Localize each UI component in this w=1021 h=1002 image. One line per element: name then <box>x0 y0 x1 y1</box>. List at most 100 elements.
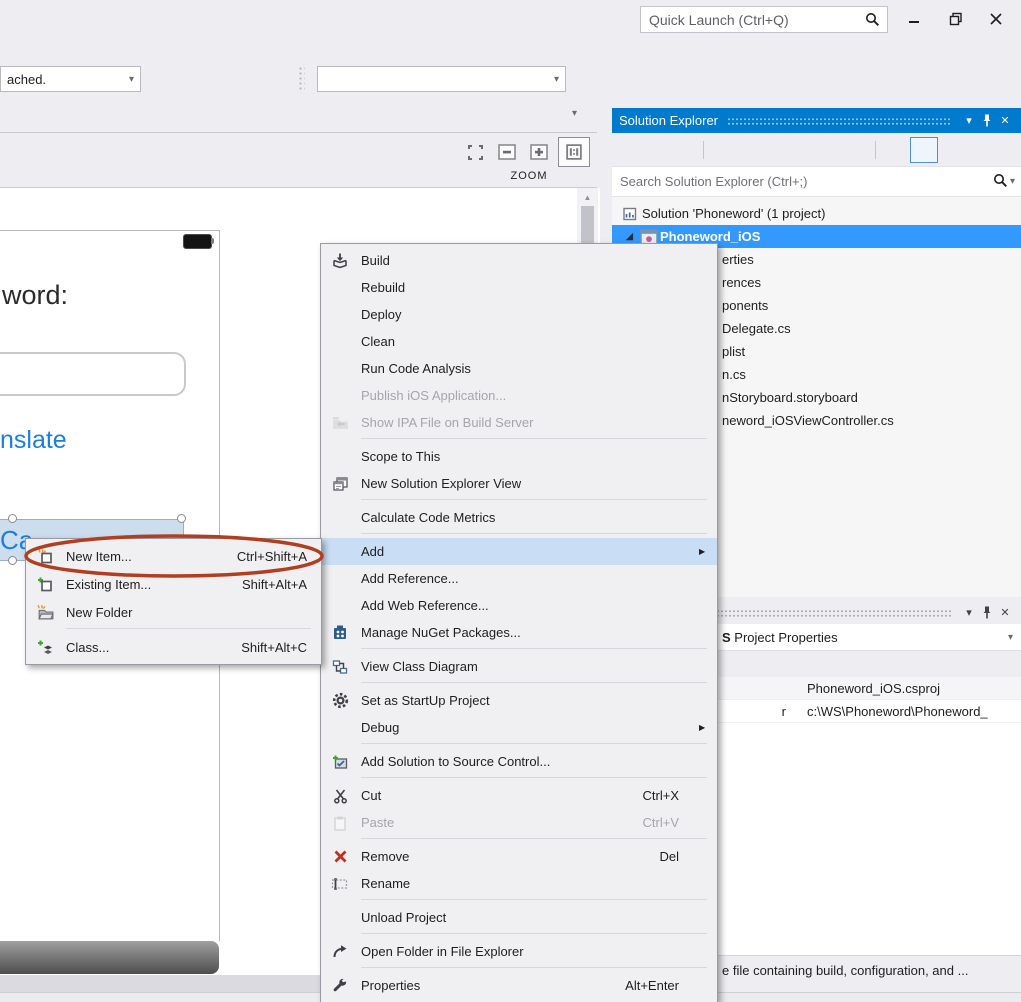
translate-button-fragment[interactable]: nslate <box>0 426 67 455</box>
minimize-button[interactable] <box>899 6 929 32</box>
device-target-combobox[interactable]: ached. ▾ <box>0 66 141 92</box>
menu-item[interactable]: Add ▶ <box>321 538 717 565</box>
menu-item[interactable]: Paste Ctrl+V ▶ <box>321 809 717 836</box>
menu-item-label: Manage NuGet Packages... <box>361 625 679 640</box>
menu-item-label: Add Web Reference... <box>361 598 679 613</box>
menu-item[interactable]: Build ▶ <box>321 247 717 274</box>
menu-item-label: New Item... <box>66 549 237 564</box>
menu-item[interactable]: Add Solution to Source Control... ▶ <box>321 748 717 775</box>
toolbar-grip[interactable] <box>298 66 305 92</box>
submenu-arrow-icon: ▶ <box>699 723 709 732</box>
menu-item[interactable]: Unload Project ▶ <box>321 904 717 931</box>
menu-item[interactable]: Add Reference... ▶ <box>321 565 717 592</box>
menu-item-label: Publish iOS Application... <box>361 388 679 403</box>
designer-overflow-icon[interactable]: ▾ <box>572 108 577 119</box>
expander-icon[interactable] <box>626 231 640 242</box>
menu-item-label: Build <box>361 253 679 268</box>
close-icon[interactable]: ✕ <box>996 603 1014 621</box>
menu-item[interactable]: View Class Diagram ▶ <box>321 653 717 680</box>
menu-item[interactable]: New Solution Explorer View ▶ <box>321 470 717 497</box>
menu-item[interactable]: Class... Shift+Alt+C <box>26 633 321 661</box>
menu-item-shortcut: Del <box>659 849 699 864</box>
menu-item-shortcut: Ctrl+X <box>643 788 699 803</box>
chevron-down-icon[interactable]: ▾ <box>1008 176 1021 187</box>
window-position-icon[interactable]: ▾ <box>960 603 978 621</box>
menu-item[interactable]: Calculate Code Metrics ▶ <box>321 504 717 531</box>
menu-item-label: Class... <box>66 640 241 655</box>
menu-item-label: Add Reference... <box>361 571 679 586</box>
tree-item-label: Solution 'Phoneword' (1 project) <box>642 206 825 221</box>
solution-explorer-titlebar[interactable]: Solution Explorer ▾ ✕ <box>612 108 1021 133</box>
phoneword-label-fragment[interactable]: word: <box>2 280 68 311</box>
zoom-out-button[interactable] <box>494 140 520 164</box>
zoom-actual-size-button[interactable] <box>558 137 590 167</box>
search-icon[interactable] <box>865 12 887 27</box>
menu-item[interactable]: Cut Ctrl+X ▶ <box>321 782 717 809</box>
menu-item[interactable]: Properties Alt+Enter ▶ <box>321 972 717 999</box>
search-icon[interactable] <box>993 173 1008 191</box>
phone-number-field[interactable] <box>0 352 186 396</box>
menu-item[interactable]: Show IPA File on Build Server ▶ <box>321 409 717 436</box>
menu-item-label: Properties <box>361 978 625 993</box>
project-context-menu: Build ▶ Rebuild ▶ Deploy ▶ Clean ▶ R <box>320 243 718 1002</box>
property-value[interactable]: Phoneword_iOS.csproj <box>786 681 940 696</box>
menu-item-label: Add Solution to Source Control... <box>361 754 679 769</box>
close-icon[interactable]: ✕ <box>996 112 1014 130</box>
zoom-in-button[interactable] <box>526 140 552 164</box>
tree-item[interactable]: Solution 'Phoneword' (1 project) <box>612 202 1021 225</box>
menu-item[interactable]: Debug ▶ <box>321 714 717 741</box>
panel-title: Solution Explorer <box>619 113 718 128</box>
menu-item[interactable]: Set as StartUp Project ▶ <box>321 687 717 714</box>
selection-handle[interactable] <box>177 514 186 523</box>
property-value[interactable]: c:\WS\Phoneword\Phoneword_ <box>786 704 988 719</box>
menu-item[interactable]: Rebuild ▶ <box>321 274 717 301</box>
menu-item-label: Add <box>361 544 679 559</box>
tree-item-label: neword_iOSViewController.cs <box>722 413 894 428</box>
remove-icon <box>327 848 353 866</box>
pin-icon[interactable] <box>978 112 996 130</box>
zoom-fit-button[interactable] <box>462 140 488 164</box>
wrench-icon <box>327 977 353 995</box>
menu-item-label: Set as StartUp Project <box>361 693 679 708</box>
menu-item[interactable]: Publish iOS Application... ▶ <box>321 382 717 409</box>
nuget-icon <box>327 624 353 642</box>
menu-item[interactable]: Open Folder in File Explorer ▶ <box>321 938 717 965</box>
titlebar-texture <box>727 117 951 126</box>
window-position-icon[interactable]: ▾ <box>960 112 978 130</box>
quick-launch-box[interactable]: Quick Launch (Ctrl+Q) <box>640 6 888 33</box>
menu-item[interactable]: New Item... Ctrl+Shift+A <box>26 542 321 570</box>
close-button[interactable] <box>981 6 1011 32</box>
selection-handle[interactable] <box>8 556 17 565</box>
scrollbar-thumb[interactable] <box>581 206 594 248</box>
chevron-down-icon: ▾ <box>1008 632 1021 643</box>
config-combobox[interactable]: ▾ <box>317 66 566 92</box>
solution-explorer-search[interactable]: Search Solution Explorer (Ctrl+;) ▾ <box>612 166 1021 197</box>
menu-item[interactable]: Manage NuGet Packages... ▶ <box>321 619 717 646</box>
object-name-fragment: S <box>722 630 731 645</box>
existing-item-icon <box>32 575 58 593</box>
selection-handle[interactable] <box>8 514 17 523</box>
menu-item[interactable]: Rename ▶ <box>321 870 717 897</box>
menu-item[interactable]: Scope to This ▶ <box>321 443 717 470</box>
tree-item-label: ponents <box>722 298 768 313</box>
rename-icon <box>327 875 353 893</box>
menu-item[interactable]: Run Code Analysis ▶ <box>321 355 717 382</box>
menu-item[interactable]: Existing Item... Shift+Alt+A <box>26 570 321 598</box>
object-type-label: Project Properties <box>731 630 838 645</box>
scroll-up-arrow-icon[interactable]: ▲ <box>577 188 598 202</box>
pin-icon[interactable] <box>978 603 996 621</box>
menu-item[interactable]: New Folder <box>26 598 321 626</box>
class-diagram-icon <box>327 658 353 676</box>
restore-button[interactable] <box>941 6 971 32</box>
cut-icon <box>327 787 353 805</box>
menu-item[interactable]: Remove Del ▶ <box>321 843 717 870</box>
menu-item-label: Show IPA File on Build Server <box>361 415 679 430</box>
menu-item[interactable]: Add Web Reference... ▶ <box>321 592 717 619</box>
menu-item-label: View Class Diagram <box>361 659 679 674</box>
debug-toolbar <box>150 68 317 90</box>
menu-item[interactable]: Clean ▶ <box>321 328 717 355</box>
menu-item-label: Scope to This <box>361 449 679 464</box>
menu-item[interactable]: Deploy ▶ <box>321 301 717 328</box>
menu-item-label: Rebuild <box>361 280 679 295</box>
tools-toolbar <box>574 68 712 90</box>
